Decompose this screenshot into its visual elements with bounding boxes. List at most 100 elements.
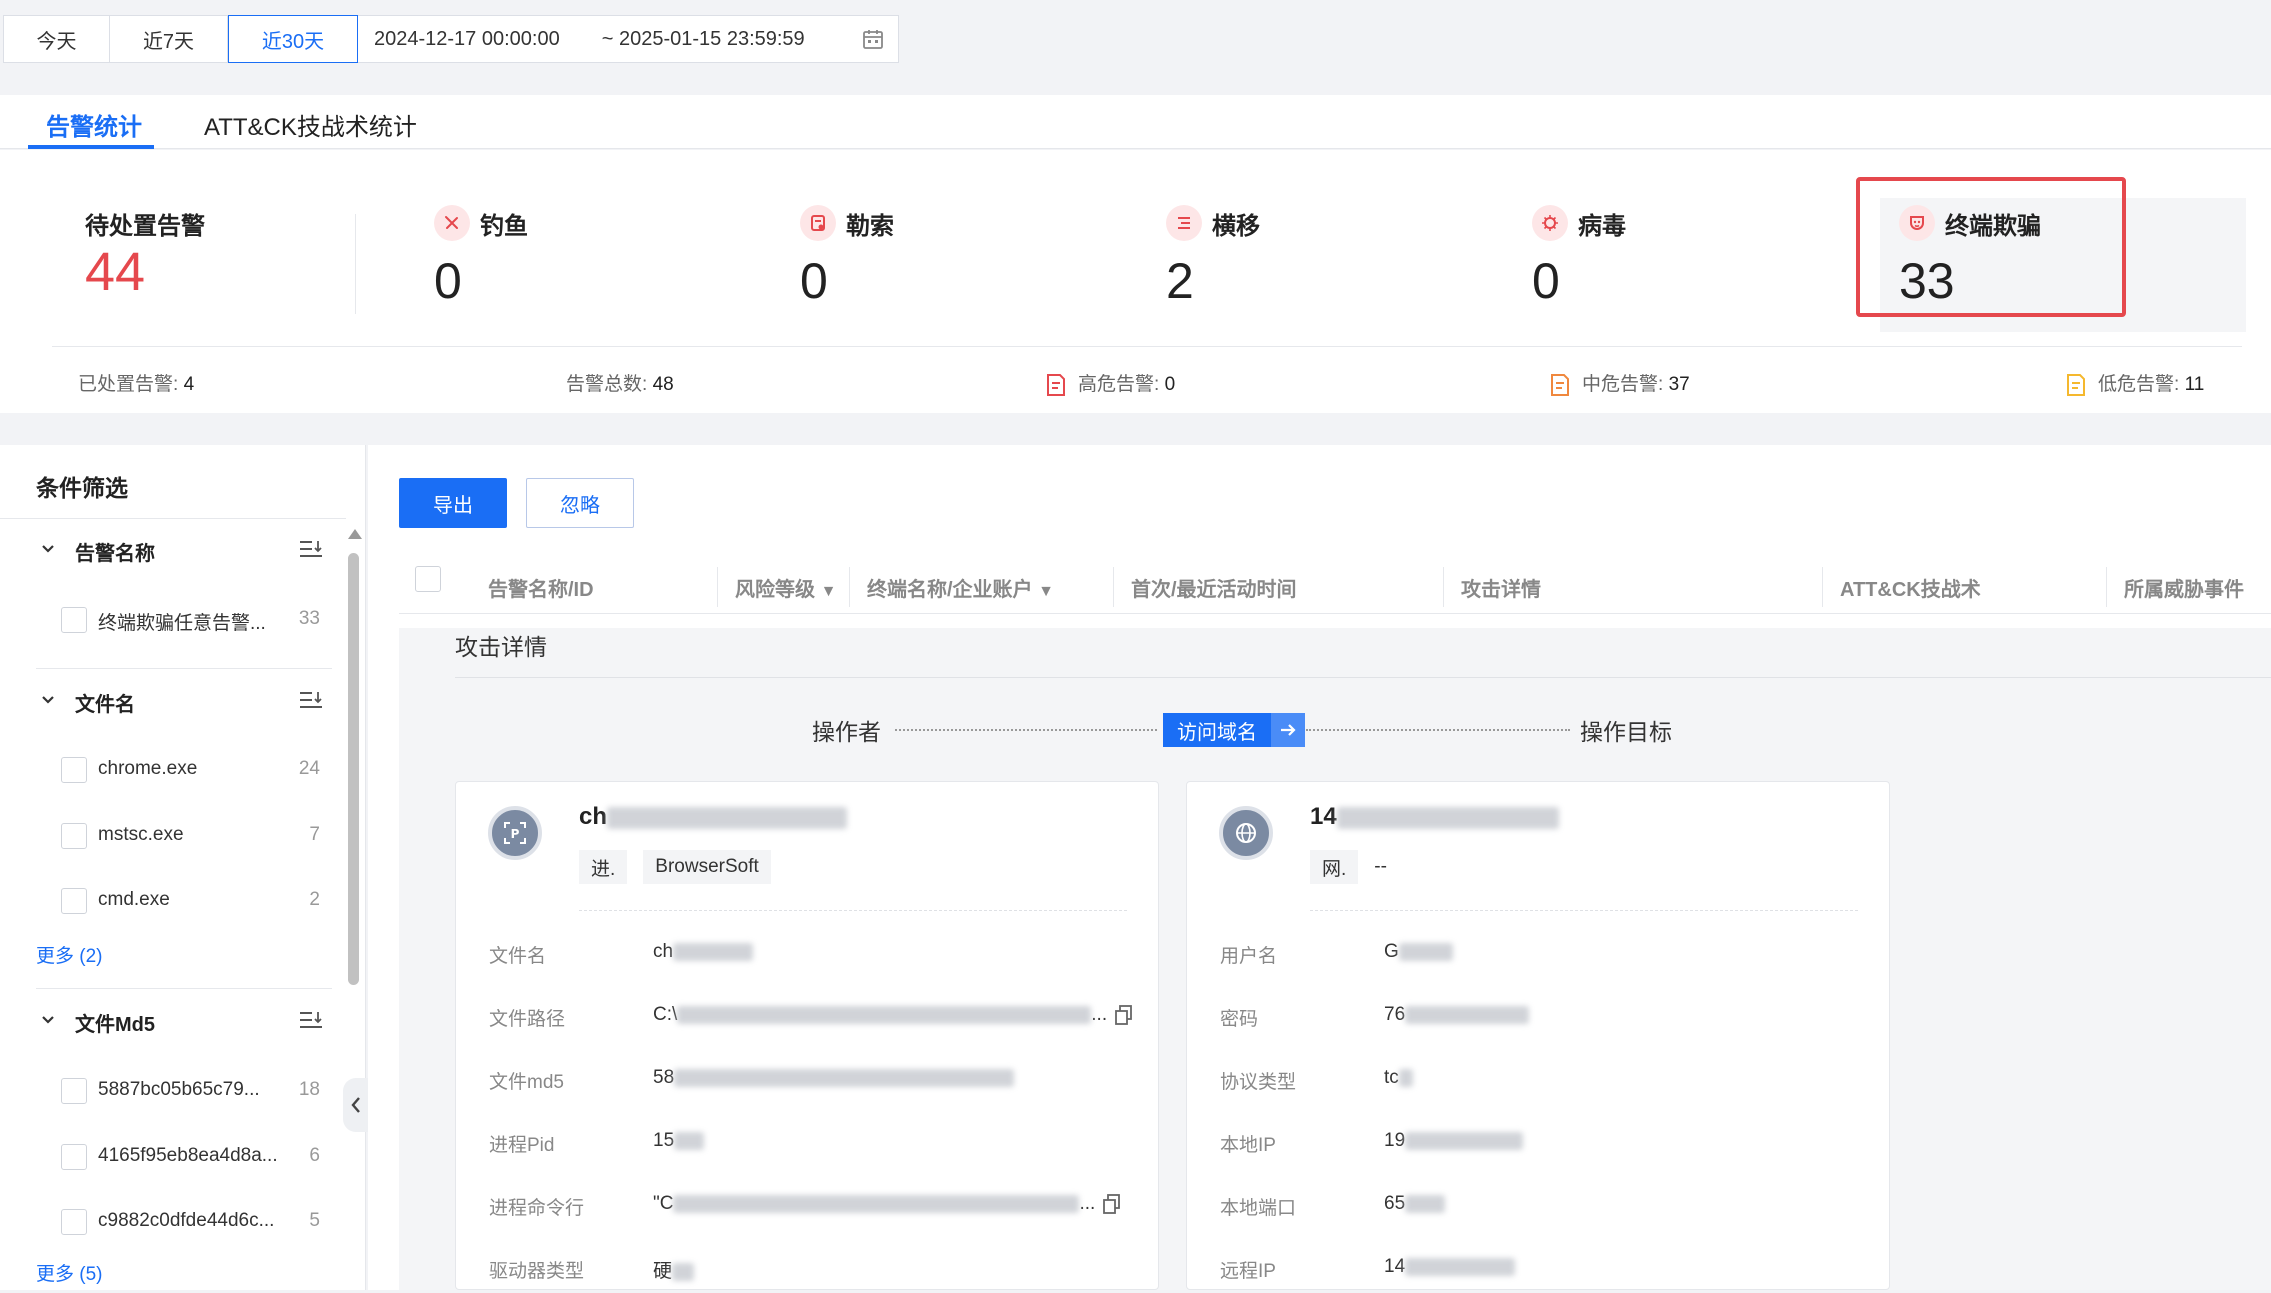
sort-icon[interactable] bbox=[298, 688, 324, 712]
date-today-button[interactable]: 今天 bbox=[4, 16, 110, 62]
target-card: 14 网. -- 用户名 G 密码 76 协议类型 tc 本地IP 19 本地端… bbox=[1186, 781, 1890, 1290]
date-start[interactable]: 2024-12-17 00:00:00 bbox=[374, 28, 560, 51]
filter-icon[interactable]: ▼ bbox=[1038, 583, 1054, 600]
category-value: 2 bbox=[1166, 253, 1194, 309]
field-label: 文件路径 bbox=[489, 1009, 566, 1030]
tag-label: 进. bbox=[579, 850, 628, 884]
table-header bbox=[399, 542, 2271, 614]
divider bbox=[455, 677, 2271, 678]
filter-item-name[interactable]: 5887bc05b65c79... bbox=[98, 1079, 260, 1101]
chevron-down-icon[interactable] bbox=[40, 541, 56, 557]
tag-label: 网. bbox=[1310, 850, 1359, 884]
filter-item-name[interactable]: 4165f95eb8ea4d8a... bbox=[98, 1145, 278, 1167]
copy-icon[interactable] bbox=[1115, 1005, 1133, 1025]
category-value: 0 bbox=[434, 253, 462, 309]
date-end[interactable]: ~ 2025-01-15 23:59:59 bbox=[602, 28, 805, 51]
filter-item-name[interactable]: 终端欺骗任意告警... bbox=[98, 608, 266, 635]
redacted bbox=[607, 806, 848, 829]
category-name: 终端欺骗 bbox=[1945, 212, 2041, 240]
calendar-icon[interactable] bbox=[861, 27, 885, 51]
category-value: 0 bbox=[1532, 253, 1560, 309]
highlight-box bbox=[1856, 177, 2126, 317]
divider bbox=[36, 988, 332, 989]
col-risk-level[interactable]: 风险等级 ▼ bbox=[735, 573, 836, 602]
col-attack-detail[interactable]: 攻击详情 bbox=[1461, 573, 1541, 602]
tab-alert-stats[interactable]: 告警统计 bbox=[46, 107, 142, 142]
scroll-up-icon[interactable] bbox=[348, 529, 362, 539]
category-deception[interactable]: 终端欺骗 bbox=[1899, 205, 2041, 241]
flow-line-left bbox=[895, 729, 1157, 731]
category-name: 钓鱼 bbox=[480, 212, 528, 240]
field-label: 本地IP bbox=[1220, 1135, 1276, 1156]
field-value: 65 bbox=[1384, 1193, 1446, 1215]
divider bbox=[1310, 910, 1858, 911]
flow-line-right bbox=[1306, 729, 1570, 731]
summary-resolved: 已处置告警: 4 bbox=[78, 374, 195, 395]
field-value: G bbox=[1384, 941, 1453, 963]
date-7days-button[interactable]: 近7天 bbox=[110, 16, 228, 62]
category-value: 33 bbox=[1899, 253, 1955, 309]
filter-group-title[interactable]: 文件Md5 bbox=[75, 1008, 155, 1037]
filter-group-title[interactable]: 文件名 bbox=[75, 688, 135, 717]
col-threat-event[interactable]: 所属威胁事件 bbox=[2124, 573, 2244, 602]
field-label: 文件md5 bbox=[489, 1072, 564, 1093]
filter-checkbox[interactable] bbox=[61, 1078, 87, 1104]
filter-item-count: 18 bbox=[298, 1079, 320, 1100]
date-30days-button[interactable]: 近30天 bbox=[228, 15, 358, 63]
filter-more-link[interactable]: 更多 (5) bbox=[36, 1259, 103, 1286]
filter-icon[interactable]: ▼ bbox=[821, 583, 837, 600]
filter-checkbox[interactable] bbox=[61, 757, 87, 783]
summary-total: 告警总数: 48 bbox=[566, 374, 674, 395]
col-attck[interactable]: ATT&CK技战术 bbox=[1840, 573, 1981, 602]
filter-checkbox[interactable] bbox=[61, 1144, 87, 1170]
filter-item-count: 33 bbox=[298, 608, 320, 629]
divider bbox=[355, 214, 356, 314]
col-endpoint[interactable]: 终端名称/企业账户 ▼ bbox=[867, 573, 1054, 602]
scrollbar-thumb[interactable] bbox=[348, 553, 359, 985]
field-value: C:\... bbox=[653, 1004, 1133, 1026]
category-phishing[interactable]: 钓鱼 bbox=[434, 205, 528, 241]
category-ransomware[interactable]: 勒索 bbox=[800, 205, 894, 241]
redacted bbox=[1405, 1257, 1516, 1276]
stats-panel: 待处置告警 44 钓鱼 0 勒索 0 横移 2 病毒 0 终端欺骗 33 已处置… bbox=[0, 150, 2271, 413]
export-button[interactable]: 导出 bbox=[399, 478, 507, 528]
chevron-down-icon[interactable] bbox=[40, 692, 56, 708]
field-label: 本地端口 bbox=[1220, 1198, 1297, 1219]
collapse-panel-handle[interactable] bbox=[343, 1078, 369, 1132]
filter-item-name[interactable]: c9882c0dfde44d6c... bbox=[98, 1210, 274, 1232]
ignore-button[interactable]: 忽略 bbox=[526, 478, 634, 528]
tab-attck-stats[interactable]: ATT&CK技战术统计 bbox=[204, 107, 417, 142]
field-label: 协议类型 bbox=[1220, 1072, 1297, 1093]
filter-item-name[interactable]: mstsc.exe bbox=[98, 824, 184, 846]
filter-checkbox[interactable] bbox=[61, 607, 87, 633]
tag-value: -- bbox=[1374, 856, 1387, 877]
redacted bbox=[1405, 1194, 1446, 1213]
filter-item-name[interactable]: cmd.exe bbox=[98, 889, 170, 911]
sort-icon[interactable] bbox=[298, 537, 324, 561]
col-alert-name[interactable]: 告警名称/ID bbox=[488, 573, 594, 602]
filter-panel: 条件筛选 告警名称 终端欺骗任意告警... 33 文件名 chrome.exe … bbox=[0, 445, 366, 1290]
filter-more-link[interactable]: 更多 (2) bbox=[36, 941, 103, 968]
col-activity-time[interactable]: 首次/最近活动时间 bbox=[1131, 573, 1297, 602]
category-lateral-move[interactable]: 横移 bbox=[1166, 205, 1260, 241]
redacted bbox=[673, 942, 754, 961]
copy-icon[interactable] bbox=[1103, 1194, 1121, 1214]
flow-actor-label: 操作者 bbox=[812, 719, 881, 745]
sort-icon[interactable] bbox=[298, 1008, 324, 1032]
target-tags: 网. -- bbox=[1310, 850, 1387, 884]
filter-checkbox[interactable] bbox=[61, 888, 87, 914]
col-sep bbox=[717, 567, 718, 607]
category-virus[interactable]: 病毒 bbox=[1532, 205, 1626, 241]
svg-text:P: P bbox=[511, 827, 520, 841]
select-all-checkbox[interactable] bbox=[415, 566, 441, 592]
divider bbox=[579, 910, 1127, 911]
filter-checkbox[interactable] bbox=[61, 823, 87, 849]
filter-item-name[interactable]: chrome.exe bbox=[98, 758, 197, 780]
filter-group-title[interactable]: 告警名称 bbox=[75, 537, 155, 566]
field-value: 14 bbox=[1384, 1256, 1516, 1278]
pending-alert-count[interactable]: 44 bbox=[85, 245, 145, 299]
flow-target-label: 操作目标 bbox=[1580, 719, 1672, 745]
chevron-down-icon[interactable] bbox=[40, 1012, 56, 1028]
divider bbox=[36, 668, 332, 669]
filter-checkbox[interactable] bbox=[61, 1209, 87, 1235]
